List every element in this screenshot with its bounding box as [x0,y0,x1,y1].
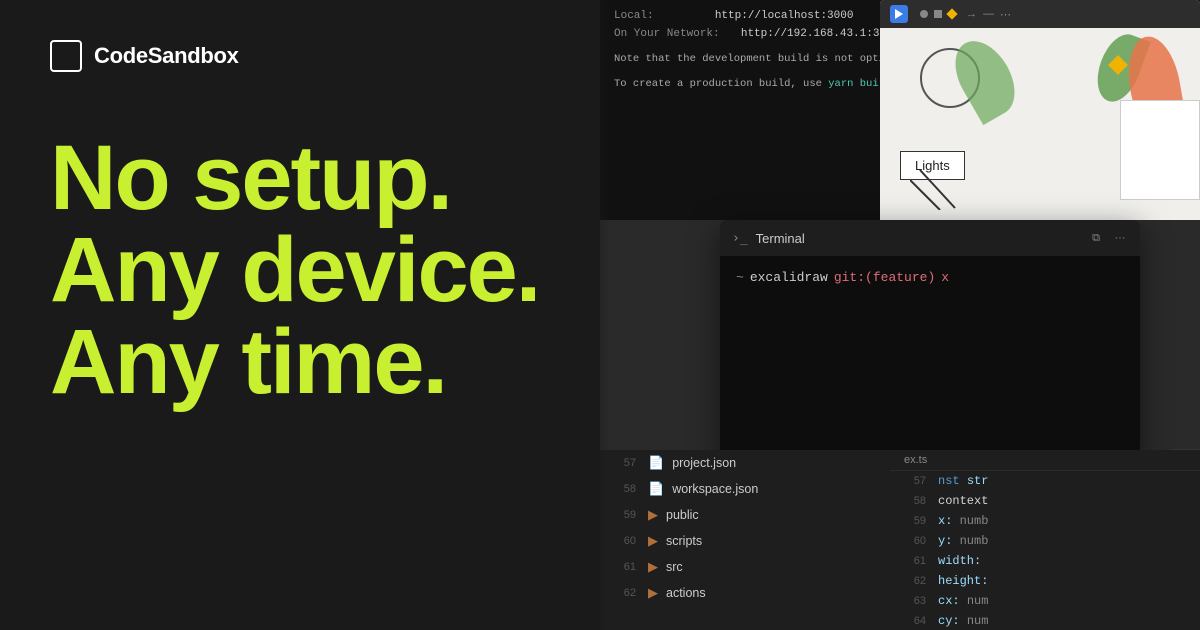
file-list-item[interactable]: 57 📄 project.json [600,450,890,476]
branch-name: (feature) [865,270,935,285]
terminal-prompt-line: ~ excalidraw git:(feature) x [736,270,1124,285]
folder-icon: ▶ [648,559,658,575]
local-url: http://localhost:3000 [715,10,854,22]
code-header: ex.ts [890,450,1200,471]
right-card [1120,100,1200,200]
code-content: x: numb [938,514,988,528]
terminal-header-actions: ⧉ ··· [1088,230,1128,246]
file-name: actions [666,586,706,600]
folder-icon: ▶ [648,533,658,549]
prompt-git-branch: git:(feature) [834,270,935,285]
code-line: 63 cx: num [890,591,1200,611]
code-content: nst str [938,474,988,488]
file-name: workspace.json [672,482,758,496]
hero-line2: Any device. [50,224,550,316]
folder-icon: ▶ [648,507,658,523]
code-content: cx: num [938,594,988,608]
code-line: 62 height: [890,571,1200,591]
file-icon: 📄 [648,481,664,497]
terminal-body: ~ excalidraw git:(feature) x [720,256,1140,299]
code-panel: ex.ts 57 nst str 58 context 59 x: numb 60 y: nu… [890,450,1200,630]
terminal-header: ›_ Terminal ⧉ ··· [720,220,1140,256]
code-content: cy: num [938,614,988,628]
file-list-item[interactable]: 59 ▶ public [600,502,890,528]
code-line: 61 width: [890,551,1200,571]
code-line: 57 nst str [890,471,1200,491]
file-list-item[interactable]: 58 📄 workspace.json [600,476,890,502]
file-explorer: 57 📄 project.json 58 📄 workspace.json 59… [600,450,890,630]
play-button[interactable] [890,5,908,23]
line-number: 62 [614,587,636,599]
top-preview: Local: http://localhost:3000 On Your Net… [600,0,1200,220]
hero-headline: No setup. Any device. Any time. [50,132,550,408]
code-line-number: 60 [904,535,926,547]
prompt-cursor: x [941,270,949,285]
local-label: Local: [614,10,654,22]
logo-area: CodeSandbox [50,40,550,72]
line-number: 57 [614,457,636,469]
network-url: http://192.168.43.1:3000 [741,28,899,40]
design-toolbar: → — ⋯ [880,0,1200,28]
file-list-item[interactable]: 60 ▶ scripts [600,528,890,554]
hero-section: CodeSandbox No setup. Any device. Any ti… [0,0,600,630]
terminal-more-button[interactable]: ··· [1112,230,1128,246]
code-line-number: 59 [904,515,926,527]
hero-line3: Any time. [50,316,550,408]
network-label: On Your Network: [614,28,720,40]
code-content: context [938,494,988,508]
line-number: 61 [614,561,636,573]
toolbar-icons: → — ⋯ [920,8,1011,21]
design-canvas: Lights [880,28,1200,220]
prompt-arrow: ~ [736,270,744,285]
code-line: 64 cy: num [890,611,1200,630]
hero-line1: No setup. [50,132,550,224]
design-preview: → — ⋯ Lights [880,0,1200,220]
code-content: width: [938,554,981,568]
terminal-window: ›_ Terminal ⧉ ··· ~ excalidraw git:(feat… [720,220,1140,470]
line-number: 60 [614,535,636,547]
code-line: 58 context [890,491,1200,511]
right-panel: Local: http://localhost:3000 On Your Net… [600,0,1200,630]
file-name: project.json [672,456,736,470]
code-line: 59 x: numb [890,511,1200,531]
logo-icon [50,40,82,72]
logo-text: CodeSandbox [94,43,239,69]
code-line-number: 62 [904,575,926,587]
code-line: 60 y: numb [890,531,1200,551]
code-line-number: 61 [904,555,926,567]
code-content: y: numb [938,534,988,548]
prompt-directory: excalidraw [750,270,828,285]
file-list-item[interactable]: 61 ▶ src [600,554,890,580]
terminal-expand-button[interactable]: ⧉ [1088,230,1104,246]
git-prefix: git: [834,270,865,285]
file-name: public [666,508,699,522]
code-line-number: 58 [904,495,926,507]
line-number: 59 [614,509,636,521]
terminal-window-title: Terminal [756,231,1080,246]
folder-icon: ▶ [648,585,658,601]
file-list-item[interactable]: 62 ▶ actions [600,580,890,606]
file-list: 57 📄 project.json 58 📄 workspace.json 59… [600,450,890,606]
code-line-number: 64 [904,615,926,627]
code-line-number: 63 [904,595,926,607]
code-line-number: 57 [904,475,926,487]
file-name: src [666,560,683,574]
file-icon: 📄 [648,455,664,471]
diagonal-lines [910,170,960,215]
botanical-elements: Lights [880,28,1200,220]
toolbar-diamond-icon [946,8,957,19]
code-content: height: [938,574,988,588]
file-name: scripts [666,534,702,548]
line-number: 58 [614,483,636,495]
toolbar-square-icon [934,10,942,18]
terminal-prompt-icon: ›_ [732,231,748,246]
code-lines: 57 nst str 58 context 59 x: numb 60 y: numb 61 wi… [890,471,1200,630]
toolbar-dot-icon [920,10,928,18]
